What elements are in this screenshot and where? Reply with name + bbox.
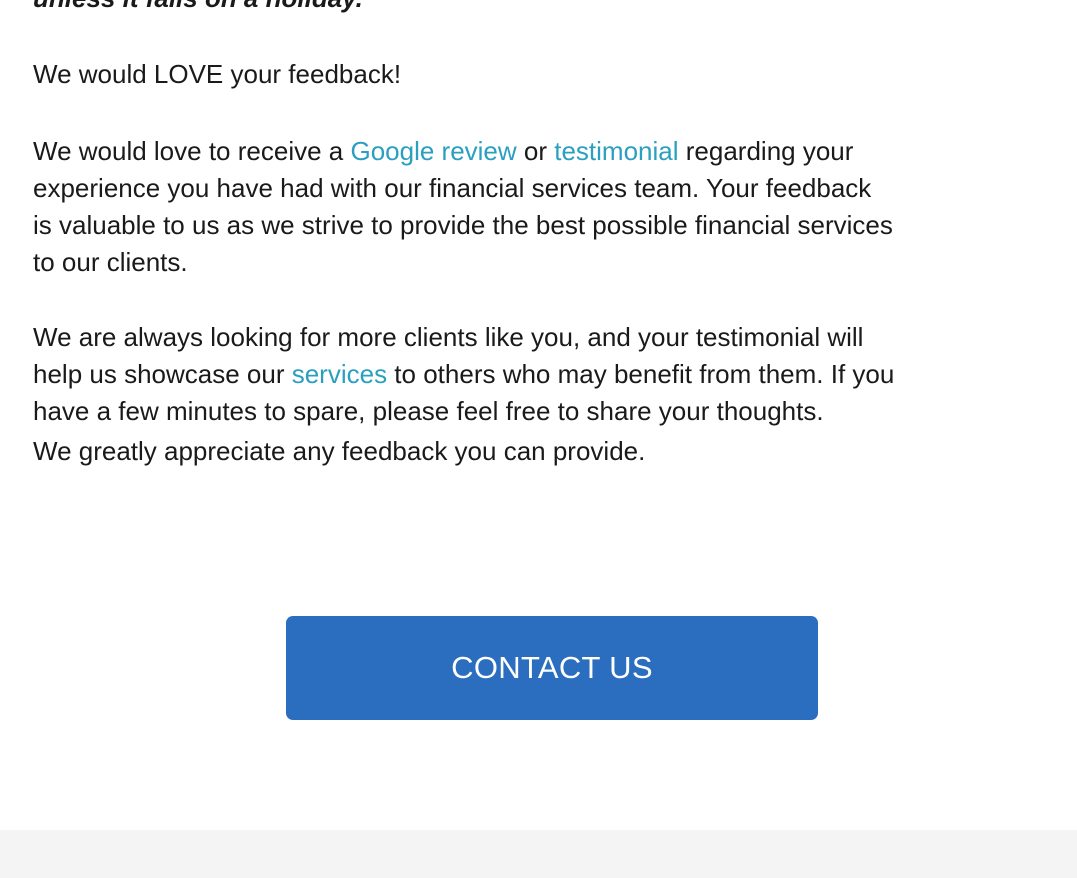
footer-band xyxy=(0,830,1077,878)
p1-line-2: experience you have had with our financi… xyxy=(33,173,872,203)
contact-button-container: CONTACT US xyxy=(286,616,818,720)
p1-line-3: is valuable to us as we strive to provid… xyxy=(33,210,893,240)
p2-line-2-suffix: to others who may benefit from them. If … xyxy=(387,359,895,389)
feedback-paragraph-3: We greatly appreciate any feedback you c… xyxy=(33,436,646,466)
p2-line-3: have a few minutes to spare, please feel… xyxy=(33,396,824,426)
email-body: unless it falls on a holiday. We would L… xyxy=(0,0,1077,830)
google-review-link[interactable]: Google review xyxy=(350,136,516,166)
p2-line-1: We are always looking for more clients l… xyxy=(33,322,864,352)
services-link[interactable]: services xyxy=(292,359,387,389)
holiday-notice: unless it falls on a holiday. xyxy=(33,0,363,17)
testimonial-link[interactable]: testimonial xyxy=(554,136,678,166)
p1-prefix-text: We would love to receive a xyxy=(33,136,351,166)
feedback-paragraph-1: We would love to receive a Google review… xyxy=(33,133,1077,281)
p1-line-4: to our clients. xyxy=(33,247,188,277)
p1-or-text: or xyxy=(516,136,555,166)
p2-line-2-prefix: help us showcase our xyxy=(33,359,292,389)
feedback-heading: We would LOVE your feedback! xyxy=(33,59,402,89)
p2-line-2: help us showcase our services to others … xyxy=(33,356,1077,393)
p1-line-1: We would love to receive a Google review… xyxy=(33,133,1077,170)
p1-line-1-suffix: regarding your xyxy=(678,136,854,166)
feedback-paragraph-2: We are always looking for more clients l… xyxy=(33,319,1077,430)
contact-us-button[interactable]: CONTACT US xyxy=(286,616,818,720)
